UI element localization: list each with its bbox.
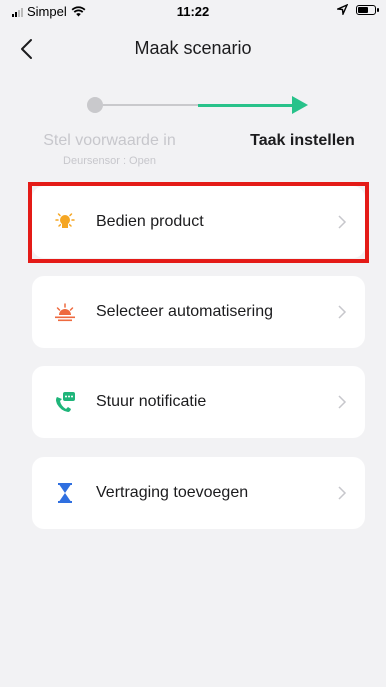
arrow-right-icon xyxy=(292,96,308,114)
action-label: Vertraging toevoegen xyxy=(96,484,249,501)
chevron-right-icon xyxy=(338,486,347,500)
step1-label: Stel voorwaarde in xyxy=(43,132,176,149)
step1-condition: Deursensor : Open xyxy=(63,155,156,167)
action-send-notification[interactable]: Stuur notificatie xyxy=(32,366,365,438)
step1-dot xyxy=(87,97,103,113)
chevron-right-icon xyxy=(338,395,347,409)
battery-icon xyxy=(356,4,379,15)
step2-label: Taak instellen xyxy=(250,132,355,149)
chevron-right-icon xyxy=(338,305,347,319)
step-line-inactive xyxy=(103,104,198,106)
phone-message-icon xyxy=(54,391,76,413)
highlight-box xyxy=(28,182,369,263)
hourglass-icon xyxy=(54,482,76,504)
clock: 11:22 xyxy=(176,4,210,19)
action-add-delay[interactable]: Vertraging toevoegen xyxy=(32,457,365,529)
status-bar: Simpel 11:22 xyxy=(0,0,386,22)
progress-steps: Stel voorwaarde in Deursensor : Open Taa… xyxy=(0,90,386,170)
action-select-automation[interactable]: Selecteer automatisering xyxy=(32,276,365,348)
header: Maak scenario xyxy=(0,30,386,70)
sunrise-icon xyxy=(54,301,76,323)
status-right xyxy=(337,4,379,15)
location-arrow-icon xyxy=(337,4,348,15)
action-label: Selecteer automatisering xyxy=(96,303,273,320)
action-label: Stuur notificatie xyxy=(96,393,207,410)
step-line-active xyxy=(198,104,296,107)
page-title: Maak scenario xyxy=(134,38,252,58)
